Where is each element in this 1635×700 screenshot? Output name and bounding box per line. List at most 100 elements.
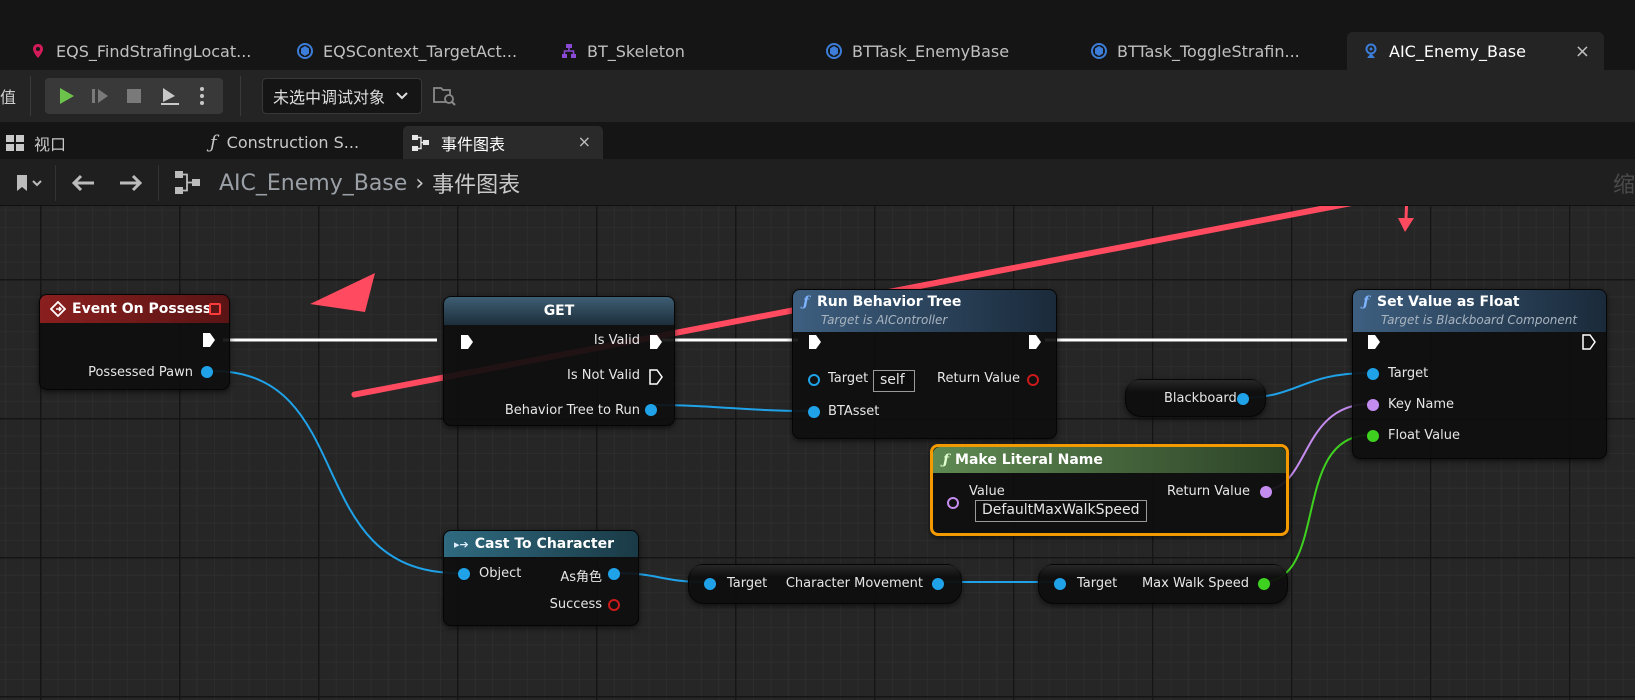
toolbar-clipped-label[interactable]: 值 [0, 84, 16, 108]
max-walk-speed-pin[interactable] [1258, 578, 1270, 590]
float-value-pin[interactable] [1367, 430, 1379, 442]
pin-label: Return Value [1167, 484, 1250, 499]
close-tab-icon[interactable]: × [1575, 41, 1590, 62]
tab-viewport[interactable]: 视口 [6, 126, 186, 159]
node-header: ƒ Set Value as Float Target is Blackboard… [1353, 290, 1606, 332]
node-character-movement-getter[interactable]: Target Character Movement [688, 564, 962, 604]
back-button[interactable] [63, 159, 103, 206]
object-wire [211, 370, 459, 574]
document-tab-strip: EQS_FindStrafingLocat... EQSContext_Targ… [0, 0, 1635, 70]
play-button[interactable] [49, 78, 83, 114]
tab-construction-script[interactable]: ƒ Construction S... [210, 126, 390, 159]
blackboard-output-pin[interactable] [1237, 393, 1249, 405]
node-header: GET [444, 297, 674, 325]
node-max-walk-speed-getter[interactable]: Target Max Walk Speed [1038, 564, 1288, 604]
pin-label: BTAsset [828, 404, 880, 419]
blueprint-class-icon [1091, 43, 1107, 59]
pin-label: Max Walk Speed [1141, 576, 1249, 591]
as-character-pin[interactable] [608, 568, 620, 580]
debug-object-select[interactable]: 未选中调试对象 [262, 78, 422, 114]
pin-label: Target [1388, 366, 1429, 381]
function-icon: ƒ [210, 132, 217, 153]
target-pin[interactable] [1054, 578, 1066, 590]
pin-label: Key Name [1388, 397, 1455, 412]
exec-in-pin[interactable] [808, 334, 822, 350]
breadcrumb-current[interactable]: 事件图表 [432, 167, 520, 199]
node-make-literal-name[interactable]: ƒ Make Literal Name Value DefaultMaxWalk… [930, 444, 1289, 536]
bt-asset-pin[interactable] [808, 406, 820, 418]
tab-label: EQS_FindStrafingLocat... [56, 41, 252, 61]
key-name-pin[interactable] [1367, 399, 1379, 411]
exec-out-pin[interactable] [202, 332, 216, 348]
node-subtitle: Target is Blackboard Component [1381, 313, 1578, 327]
graph-icon [175, 170, 200, 194]
browse-debug-object-button[interactable] [432, 84, 458, 108]
graph-overview-button[interactable] [168, 159, 208, 206]
node-event-on-possess[interactable]: Event On Possess Possessed Pawn [39, 294, 230, 390]
tab-label: Construction S... [226, 133, 360, 152]
node-blackboard-getter[interactable]: Blackboard [1125, 379, 1266, 417]
forward-button[interactable] [111, 159, 151, 206]
node-title: Cast To Character [474, 536, 614, 552]
node-header: ƒ Run Behavior Tree Target is AIControlle… [793, 290, 1056, 332]
node-set-value-as-float[interactable]: ƒ Set Value as Float Target is Blackboard… [1352, 289, 1607, 459]
eject-icon [161, 88, 179, 105]
value-input-pin[interactable] [947, 497, 959, 509]
viewport-icon [6, 134, 24, 151]
node-title: Set Value as Float [1377, 294, 1520, 310]
tab-bttask-enemybase[interactable]: BTTask_EnemyBase [812, 32, 1062, 70]
exec-out-pin[interactable] [1028, 334, 1042, 350]
return-value-pin[interactable] [1260, 486, 1272, 498]
stop-button[interactable] [117, 78, 151, 114]
breadcrumb-root[interactable]: AIC_Enemy_Base [219, 171, 407, 196]
node-title: GET [543, 303, 575, 319]
bookmark-icon [17, 174, 42, 191]
behavior-tree-pin[interactable] [645, 404, 657, 416]
object-pin[interactable] [458, 568, 470, 580]
event-graph-canvas[interactable]: Event On Possess Possessed Pawn GET Is V… [0, 206, 1635, 700]
bookmarks-button[interactable] [0, 159, 50, 206]
arrow-left-icon [71, 174, 94, 191]
is-valid-exec-pin[interactable] [649, 334, 663, 350]
breadcrumb: AIC_Enemy_Base › 事件图表 [219, 167, 520, 199]
exec-in-pin[interactable] [1367, 334, 1381, 350]
tab-eqscontext-targetactor[interactable]: EQSContext_TargetAct... [283, 32, 533, 70]
graph-header-bar: AIC_Enemy_Base › 事件图表 缩 [0, 159, 1635, 206]
tab-eqs-findstrafinglocation[interactable]: EQS_FindStrafingLocat... [0, 32, 260, 70]
node-cast-to-character[interactable]: ▸➔ Cast To Character Object As角色 Success [443, 530, 639, 626]
play-options-button[interactable] [187, 78, 217, 114]
eject-button[interactable] [153, 78, 187, 114]
is-not-valid-exec-pin[interactable] [649, 369, 663, 385]
tab-bt-skeleton[interactable]: BT_Skeleton [545, 32, 795, 70]
target-pin[interactable] [1367, 368, 1379, 380]
return-value-pin[interactable] [1027, 374, 1039, 386]
tab-aic-enemy-base[interactable]: AIC_Enemy_Base × [1347, 32, 1604, 70]
advance-frame-button[interactable] [83, 78, 117, 114]
play-icon [60, 88, 74, 104]
success-pin[interactable] [608, 599, 620, 611]
target-pin[interactable] [704, 578, 716, 590]
literal-name-value-field[interactable]: DefaultMaxWalkSpeed [975, 500, 1147, 522]
target-pin[interactable] [808, 374, 820, 386]
pin-label: As角色 [560, 570, 602, 585]
pin-label: Possessed Pawn [88, 365, 193, 380]
exec-out-pin[interactable] [1582, 334, 1596, 350]
pin-label: Object [479, 566, 522, 581]
delegate-pin-icon[interactable] [209, 303, 221, 315]
node-header: ▸➔ Cast To Character [444, 531, 638, 557]
node-run-behavior-tree[interactable]: ƒ Run Behavior Tree Target is AIControlle… [792, 289, 1057, 439]
node-header: ƒ Make Literal Name [933, 447, 1286, 473]
eqs-query-icon [33, 44, 43, 58]
tab-bttask-togglestrafing[interactable]: BTTask_ToggleStrafin... [1077, 32, 1327, 70]
stop-icon [127, 89, 141, 103]
close-tab-icon[interactable]: × [578, 132, 591, 151]
tab-event-graph[interactable]: 事件图表 × [403, 126, 603, 159]
more-options-icon [200, 87, 204, 105]
node-get-valid[interactable]: GET Is Valid Is Not Valid Behavior Tree … [443, 296, 675, 426]
pin-label: Target [1077, 576, 1118, 591]
target-default-value[interactable]: self [873, 370, 915, 392]
possessed-pawn-pin[interactable] [201, 366, 213, 378]
exec-in-pin[interactable] [460, 334, 474, 350]
tab-label: 事件图表 [441, 134, 506, 154]
character-movement-pin[interactable] [932, 578, 944, 590]
